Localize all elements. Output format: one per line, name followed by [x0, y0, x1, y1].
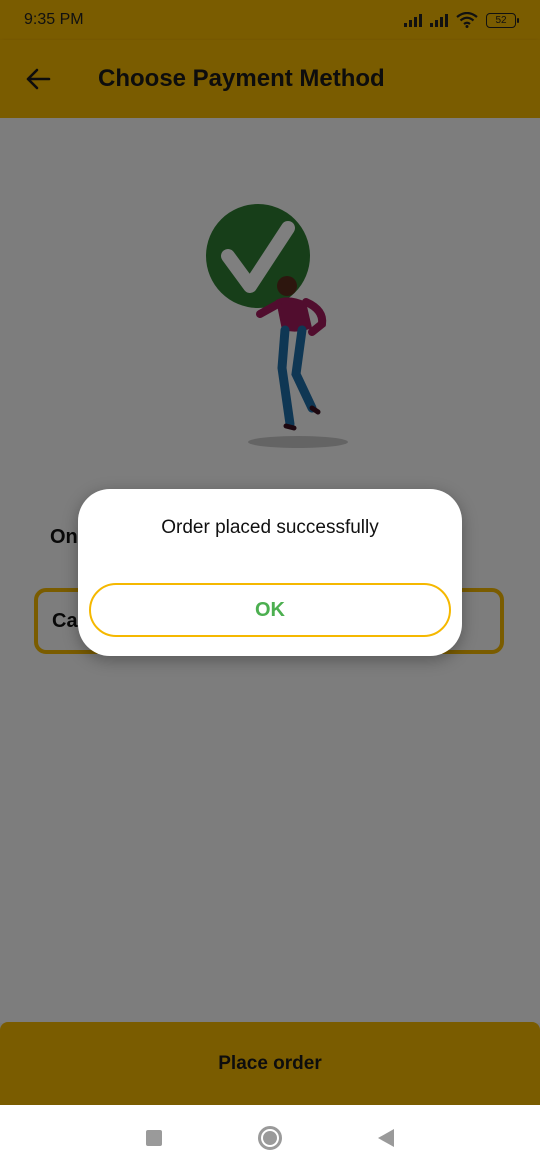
success-dialog: Order placed successfully OK: [78, 489, 462, 656]
system-nav-bar: [0, 1105, 540, 1170]
ok-label: OK: [255, 598, 285, 621]
ok-button[interactable]: OK: [89, 583, 451, 637]
dialog-message: Order placed successfully: [161, 517, 379, 538]
triangle-back-icon[interactable]: [378, 1128, 394, 1147]
square-icon[interactable]: [146, 1129, 162, 1146]
circle-icon[interactable]: [258, 1125, 282, 1150]
